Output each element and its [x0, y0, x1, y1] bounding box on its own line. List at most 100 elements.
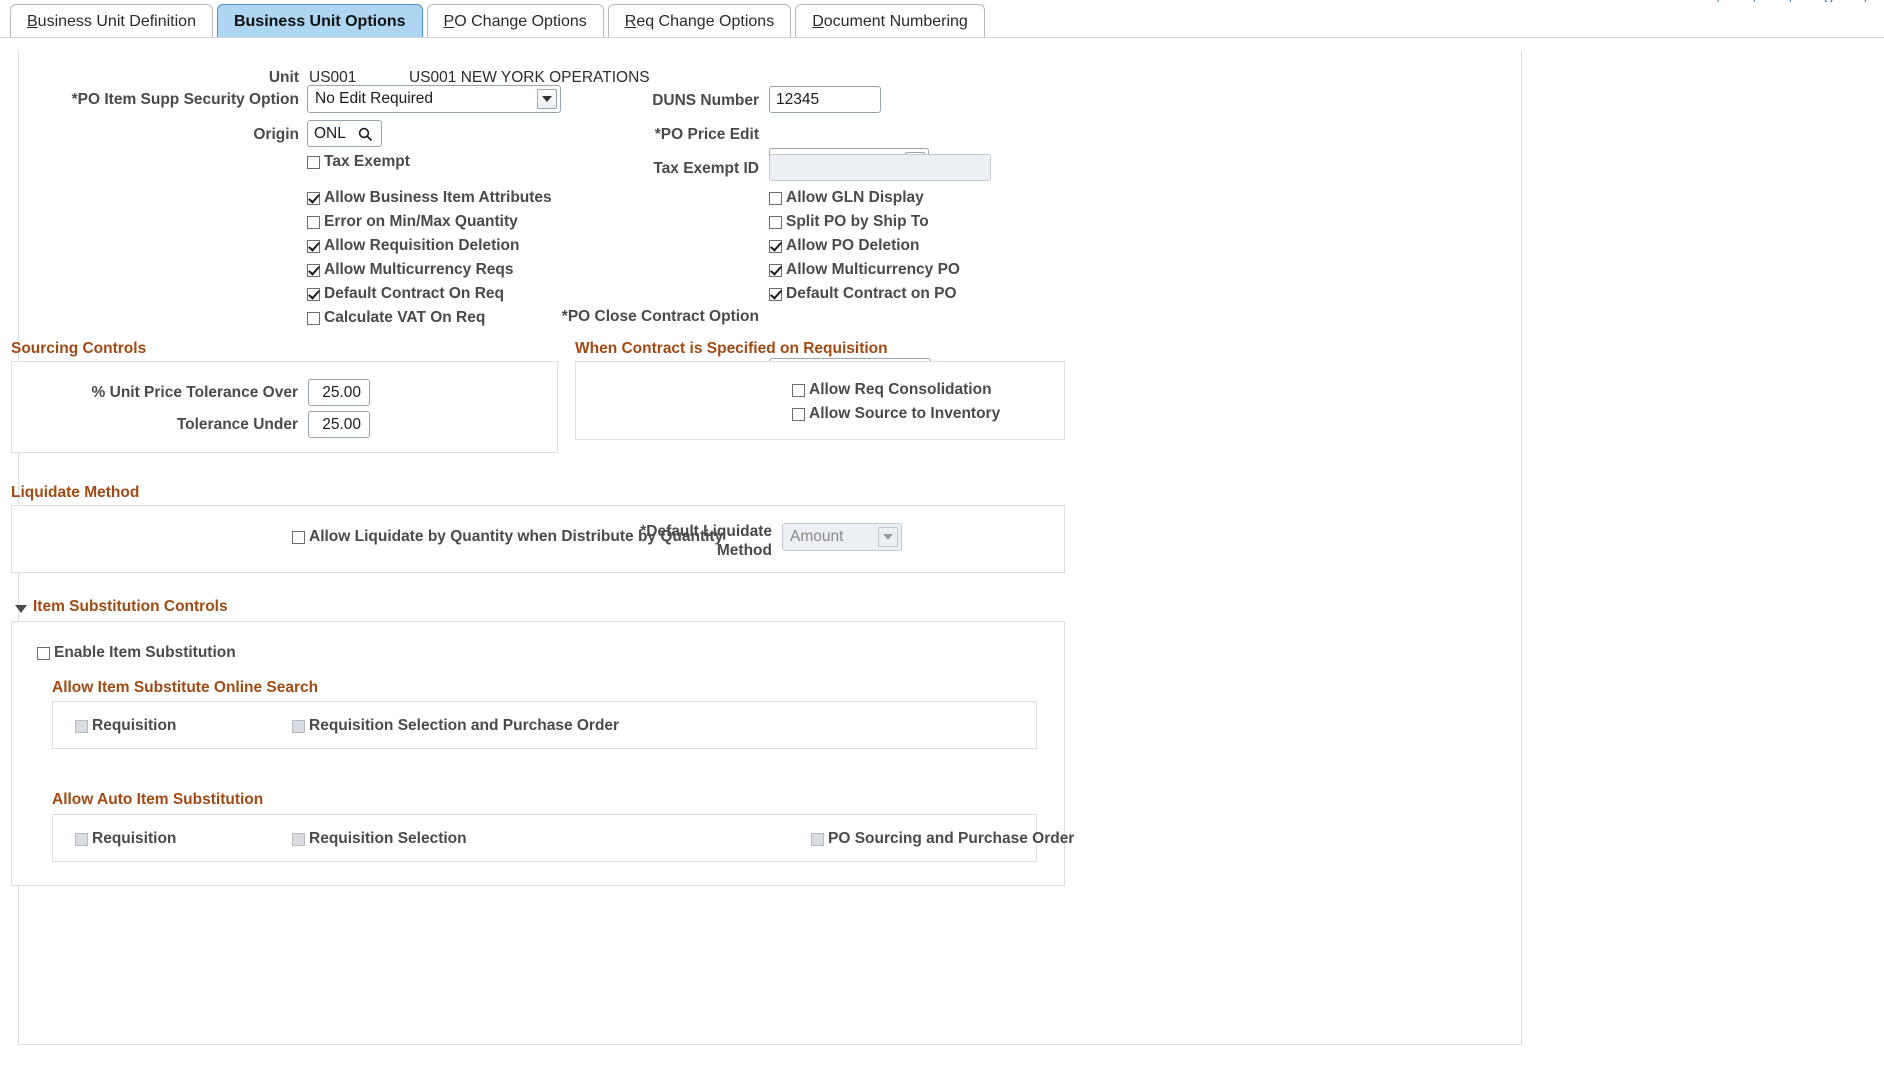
checkbox-box — [292, 720, 305, 733]
checkbox-box[interactable] — [792, 384, 805, 397]
checkbox-label: Split PO by Ship To — [786, 213, 929, 231]
checkbox-label: PO Sourcing and Purchase Order — [828, 830, 1074, 848]
tab-label: ocument Numbering — [824, 13, 968, 31]
checkbox-box — [292, 833, 305, 846]
auto-substitution-heading: Allow Auto Item Substitution — [52, 791, 263, 809]
tab-accel-letter: R — [625, 13, 637, 31]
online-search-box: Requisition Requisition Selection and Pu… — [52, 701, 1037, 749]
checkbox-calculate-vat-on-req[interactable]: Calculate VAT On Req — [307, 309, 485, 327]
tab-document-numbering[interactable]: Document Numbering — [795, 4, 985, 38]
origin-prompt-field[interactable]: ONL — [307, 120, 382, 147]
checkbox-default-contract-on-po[interactable]: Default Contract on PO — [769, 285, 957, 303]
checkbox-label: Requisition — [92, 717, 176, 735]
tab-label: O Change Options — [454, 13, 587, 31]
origin-value: ONL — [314, 125, 346, 143]
checkbox-box[interactable] — [37, 647, 50, 660]
checkbox-box[interactable] — [307, 288, 320, 301]
checkbox-label: Enable Item Substitution — [54, 644, 236, 662]
checkbox-label: Allow Multicurrency PO — [786, 261, 960, 279]
checkbox-label: Requisition Selection — [309, 830, 467, 848]
po-price-edit-label: *PO Price Edit — [579, 126, 759, 144]
collapse-item-substitution-icon[interactable] — [15, 605, 27, 613]
checkbox-allow-gln-display[interactable]: Allow GLN Display — [769, 189, 924, 207]
liquidate-method-heading: Liquidate Method — [11, 484, 139, 502]
tab-accel-letter: D — [812, 13, 824, 31]
default-liquidate-method-label-line1: *Default Liquidate — [612, 523, 772, 541]
contract-on-requisition-box: Allow Req Consolidation Allow Source to … — [575, 361, 1065, 440]
checkbox-label: Allow Source to Inventory — [809, 405, 1000, 423]
checkbox-split-po-by-ship-to[interactable]: Split PO by Ship To — [769, 213, 929, 231]
checkbox-box[interactable] — [292, 531, 305, 544]
checkbox-auto-substitution-po-sourcing-and-po: PO Sourcing and Purchase Order — [811, 830, 1074, 848]
tax-exempt-id-input — [769, 154, 991, 181]
default-liquidate-method-select: Amount — [782, 523, 902, 551]
checkbox-box[interactable] — [769, 264, 782, 277]
tolerance-under-input[interactable] — [308, 411, 370, 438]
checkbox-box[interactable] — [769, 216, 782, 229]
checkbox-online-search-req-selection-and-po: Requisition Selection and Purchase Order — [292, 717, 619, 735]
checkbox-label: Error on Min/Max Quantity — [324, 213, 518, 231]
tab-label: eq Change Options — [636, 13, 774, 31]
checkbox-label: Allow Requisition Deletion — [324, 237, 519, 255]
search-icon[interactable] — [358, 127, 372, 141]
unit-price-tolerance-over-label: % Unit Price Tolerance Over — [28, 384, 298, 402]
tab-po-change-options[interactable]: PO Change Options — [427, 4, 604, 38]
checkbox-default-contract-on-req[interactable]: Default Contract On Req — [307, 285, 504, 303]
unit-price-tolerance-over-input[interactable] — [308, 379, 370, 406]
po-item-supp-security-select[interactable]: No Edit Required — [307, 85, 561, 113]
checkbox-allow-source-to-inventory[interactable]: Allow Source to Inventory — [792, 405, 1000, 423]
auto-substitution-box: Requisition Requisition Selection PO Sou… — [52, 814, 1037, 862]
checkbox-box[interactable] — [769, 288, 782, 301]
po-item-supp-security-label: *PO Item Supp Security Option — [59, 91, 299, 109]
tab-business-unit-options[interactable]: Business Unit Options — [217, 4, 423, 38]
checkbox-box[interactable] — [307, 312, 320, 325]
checkbox-allow-po-deletion[interactable]: Allow PO Deletion — [769, 237, 919, 255]
checkbox-label: Calculate VAT On Req — [324, 309, 485, 327]
checkbox-online-search-requisition: Requisition — [75, 717, 176, 735]
checkbox-label: Default Contract On Req — [324, 285, 504, 303]
checkbox-label: Allow Business Item Attributes — [324, 189, 552, 207]
checkbox-auto-substitution-req-selection: Requisition Selection — [292, 830, 467, 848]
checkbox-label: Allow Multicurrency Reqs — [324, 261, 513, 279]
checkbox-allow-business-item-attributes[interactable]: Allow Business Item Attributes — [307, 189, 552, 207]
tab-req-change-options[interactable]: Req Change Options — [608, 4, 791, 38]
duns-number-input[interactable] — [769, 86, 881, 113]
checkbox-label: Allow Req Consolidation — [809, 381, 992, 399]
duns-number-field-wrap — [769, 86, 881, 113]
checkbox-box[interactable] — [307, 192, 320, 205]
checkbox-box[interactable] — [307, 216, 320, 229]
checkbox-label: Default Contract on PO — [786, 285, 957, 303]
checkbox-box[interactable] — [307, 156, 320, 169]
item-substitution-box: Enable Item Substitution Allow Item Subs… — [11, 621, 1065, 886]
checkbox-auto-substitution-requisition: Requisition — [75, 830, 176, 848]
checkbox-box[interactable] — [307, 240, 320, 253]
unit-label: Unit — [139, 69, 299, 87]
checkbox-box[interactable] — [769, 240, 782, 253]
checkbox-label: Allow GLN Display — [786, 189, 924, 207]
checkbox-allow-req-consolidation[interactable]: Allow Req Consolidation — [792, 381, 992, 399]
checkbox-tax-exempt[interactable]: Tax Exempt — [307, 153, 410, 171]
tab-business-unit-definition[interactable]: Business Unit Definition — [10, 4, 213, 38]
checkbox-label: Tax Exempt — [324, 153, 410, 171]
chevron-down-icon[interactable] — [537, 89, 557, 109]
checkbox-box[interactable] — [792, 408, 805, 421]
tab-label: usiness Unit Definition — [38, 13, 196, 31]
checkbox-allow-multicurrency-po[interactable]: Allow Multicurrency PO — [769, 261, 960, 279]
po-close-contract-option-label: *PO Close Contract Option — [509, 308, 759, 326]
origin-label: Origin — [139, 126, 299, 144]
checkbox-box — [811, 833, 824, 846]
tolerance-under-label: Tolerance Under — [28, 416, 298, 434]
tax-exempt-id-label: Tax Exempt ID — [579, 160, 759, 178]
po-item-supp-security-value: No Edit Required — [315, 90, 433, 108]
checkbox-label: Requisition — [92, 830, 176, 848]
checkbox-box[interactable] — [769, 192, 782, 205]
checkbox-allow-multicurrency-reqs[interactable]: Allow Multicurrency Reqs — [307, 261, 513, 279]
tab-accel-letter: B — [27, 13, 38, 31]
checkbox-allow-requisition-deletion[interactable]: Allow Requisition Deletion — [307, 237, 519, 255]
tabstrip: Business Unit Definition Business Unit O… — [0, 0, 1884, 38]
checkbox-error-on-min-max-quantity[interactable]: Error on Min/Max Quantity — [307, 213, 518, 231]
tax-exempt-id-field-wrap — [769, 154, 991, 181]
checkbox-box[interactable] — [307, 264, 320, 277]
checkbox-enable-item-substitution[interactable]: Enable Item Substitution — [37, 644, 236, 662]
checkbox-box — [75, 720, 88, 733]
